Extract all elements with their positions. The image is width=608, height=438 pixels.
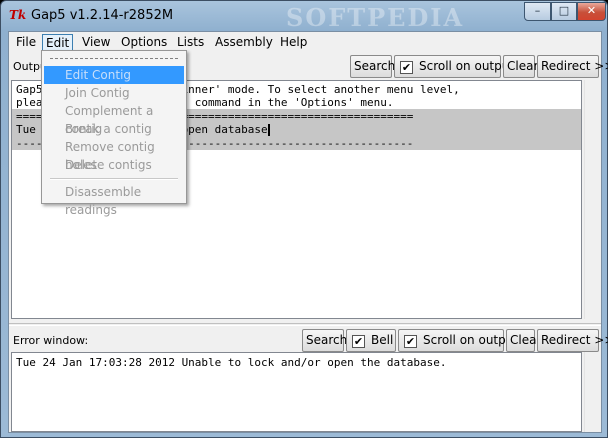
minimize-button[interactable]: –	[524, 2, 551, 21]
menu-help[interactable]: Help	[277, 34, 310, 52]
bell-checkbox[interactable]: ✔	[352, 335, 365, 348]
output-search-button[interactable]: Search	[350, 55, 395, 78]
error-toolbar: Error window: Search ✔ Bell ✔ Scroll on …	[9, 327, 608, 353]
error-line: Tue 24 Jan 17:03:28 2012 Unable to lock …	[16, 356, 447, 369]
menu-file[interactable]: File	[13, 34, 39, 52]
window-title: Gap5 v1.2.14-r2852M	[31, 8, 174, 23]
menu-separator	[50, 178, 178, 180]
close-button[interactable]: ✕	[577, 2, 606, 21]
output-scroll-label: Scroll on output	[419, 59, 515, 73]
menu-item-complement-contig[interactable]: Complement a contig	[44, 102, 184, 136]
error-scroll-checkbox[interactable]: ✔	[404, 335, 417, 348]
error-redirect-button[interactable]: Redirect >>	[537, 329, 608, 352]
menu-item-disassemble-readings[interactable]: Disassemble readings	[44, 183, 184, 217]
error-scrollbar[interactable]	[584, 352, 601, 432]
error-window-label: Error window:	[13, 334, 89, 347]
menu-bar: File Edit View Options Lists Assembly He…	[9, 32, 601, 52]
maximize-button[interactable]: □	[551, 2, 577, 21]
menu-assembly[interactable]: Assembly	[212, 34, 276, 52]
menu-tearoff-line[interactable]	[50, 58, 178, 59]
text-cursor	[267, 124, 270, 136]
error-scroll-toggle[interactable]: ✔ Scroll on output	[398, 329, 518, 352]
bell-label: Bell	[371, 333, 394, 347]
menu-item-break-contig[interactable]: Break a contig	[44, 120, 184, 138]
menu-item-remove-contig-holes[interactable]: Remove contig holes	[44, 138, 184, 172]
pane-divider[interactable]	[9, 323, 601, 326]
menu-item-edit-contig[interactable]: Edit Contig	[44, 66, 184, 84]
tk-feather-icon: Tk	[9, 8, 27, 22]
edit-dropdown-menu: Edit Contig Join Contig Complement a con…	[41, 50, 187, 217]
error-clear-button[interactable]: Clear	[506, 329, 541, 352]
output-scroll-toggle[interactable]: ✔ Scroll on output	[394, 55, 514, 78]
bell-toggle[interactable]: ✔ Bell	[346, 329, 396, 352]
softpedia-watermark: SOFTPEDIA	[286, 3, 465, 32]
output-clear-button[interactable]: Clear	[503, 55, 538, 78]
title-bar[interactable]: Tk Gap5 v1.2.14-r2852M SOFTPEDIA – □ ✕	[1, 1, 607, 32]
error-search-button[interactable]: Search	[302, 329, 347, 352]
error-text-area[interactable]: Tue 24 Jan 17:03:28 2012 Unable to lock …	[11, 352, 582, 432]
output-scrollbar[interactable]	[584, 80, 601, 319]
application-window: Tk Gap5 v1.2.14-r2852M SOFTPEDIA – □ ✕ F…	[0, 0, 608, 438]
output-redirect-button[interactable]: Redirect >>	[537, 55, 608, 78]
menu-item-delete-contigs[interactable]: Delete contigs	[44, 156, 184, 174]
error-scroll-label: Scroll on output	[423, 333, 519, 347]
output-scroll-checkbox[interactable]: ✔	[400, 61, 413, 74]
menu-item-join-contig[interactable]: Join Contig	[44, 84, 184, 102]
